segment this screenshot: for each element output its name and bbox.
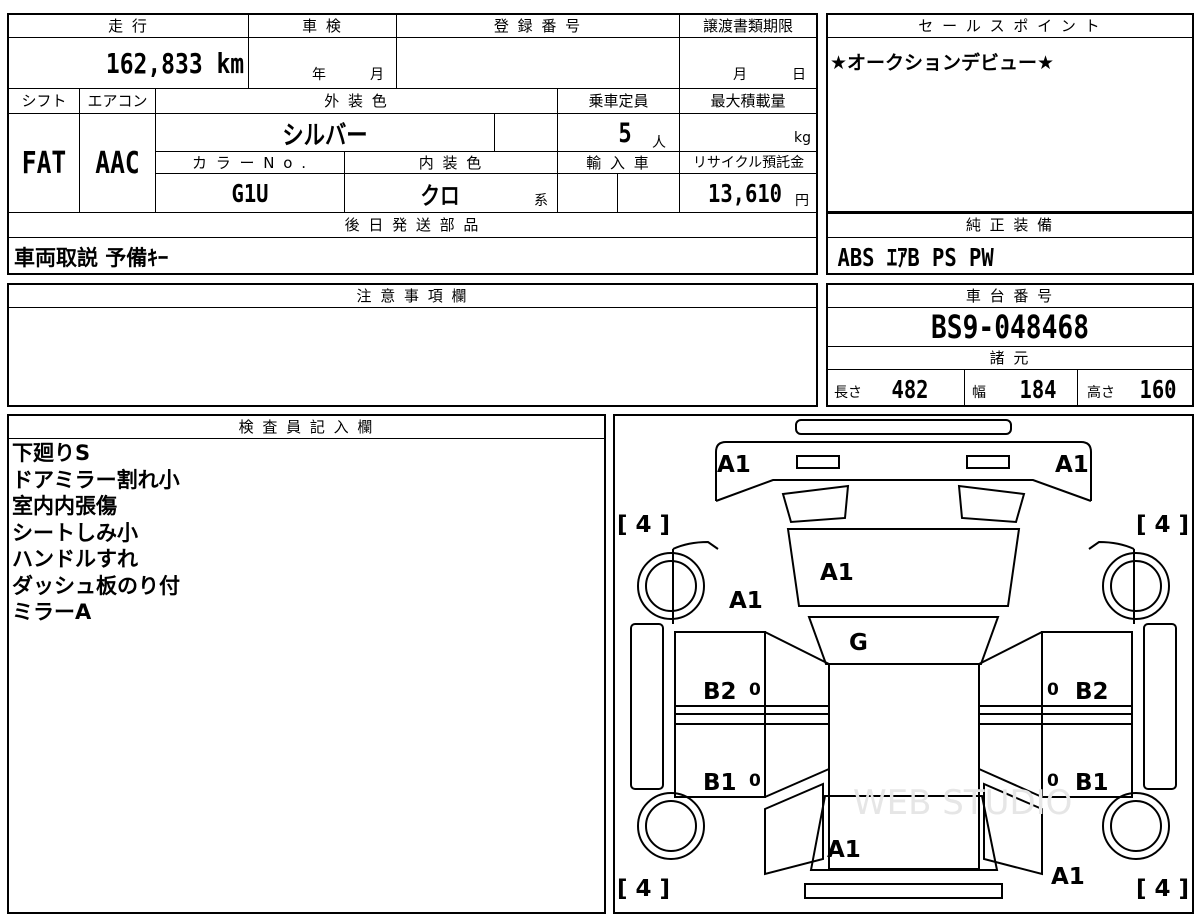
mark-rear-door-left: B1 — [703, 770, 737, 796]
mark-fender-left: A1 — [729, 588, 763, 614]
mark-top-right: A1 — [1055, 452, 1089, 478]
shift-value: FAT — [21, 145, 67, 181]
inspector-line-3: 室内内張傷 — [12, 494, 117, 518]
mark-windshield: G — [849, 630, 868, 656]
load-unit: kg — [794, 130, 811, 146]
mark-tire-fl: [ 4 ] — [617, 512, 670, 538]
inspection-month: 月 — [370, 67, 384, 83]
mark-front-door-left: B2 — [703, 679, 737, 705]
chassis-value: BS9-048468 — [931, 308, 1089, 346]
color-no-header: カ ラ ー N o . — [191, 153, 308, 172]
mark-front-door-right: B2 — [1075, 679, 1109, 705]
exterior-header: 外 装 色 — [324, 92, 389, 110]
sales-point-box — [826, 13, 1194, 213]
capacity-unit: 人 — [652, 135, 666, 151]
mark-zero-1: 0 — [749, 680, 761, 700]
exterior-value: シルバー — [282, 120, 368, 151]
recycle-value: 13,610 — [707, 178, 783, 208]
interior-unit: 系 — [534, 193, 548, 209]
length-value: 482 — [891, 374, 929, 404]
car-diagram: WEB STUDIO A1 A1 [ 4 ] [ 4 ] [ 4 ] [ 4 ]… — [617, 419, 1189, 900]
notes-header: 注 意 事 項 欄 — [356, 286, 469, 305]
equipment-header: 純 正 装 備 — [965, 216, 1055, 234]
capacity-value: 5 — [618, 117, 632, 149]
registration-header: 登 録 番 号 — [493, 16, 583, 35]
width-value: 184 — [1019, 374, 1057, 404]
inspection-header: 車 検 — [302, 16, 343, 35]
mileage-header: 走 行 — [108, 16, 149, 35]
mark-rear-center: A1 — [827, 837, 861, 863]
mark-hood: A1 — [820, 560, 854, 586]
inspector-line-7: ミラーA — [12, 600, 92, 624]
mark-zero-4: 0 — [1047, 771, 1059, 791]
load-header: 最大積載量 — [710, 92, 786, 110]
diagram-watermark: WEB STUDIO — [853, 783, 1072, 823]
import-header: 輸 入 車 — [586, 153, 651, 172]
equipment-value: ABS ｴｱB PS PW — [837, 243, 994, 272]
interior-value: クロ — [420, 181, 460, 210]
transfer-header: 譲渡書類期限 — [702, 16, 793, 35]
length-label: 長さ — [834, 385, 862, 401]
sales-point-text: ★オークションデビュー★ — [830, 52, 1055, 74]
mark-zero-3: 0 — [749, 771, 761, 791]
inspector-line-4: シートしみ小 — [12, 520, 138, 545]
height-label: 高さ — [1087, 385, 1115, 401]
aircon-value: AAC — [95, 145, 140, 181]
transfer-month: 月 — [733, 67, 747, 83]
inspector-line-1: 下廻りS — [12, 441, 91, 465]
later-parts-value: 車両取説 予備ｷｰ — [14, 246, 169, 270]
mark-tire-fr: [ 4 ] — [1136, 512, 1189, 538]
width-label: 幅 — [972, 385, 986, 401]
interior-header: 内 装 色 — [418, 153, 484, 172]
mileage-value: 162,833 km — [105, 46, 245, 80]
mark-tire-rl: [ 4 ] — [617, 876, 670, 900]
aircon-header: エアコン — [87, 92, 148, 110]
mark-rear-door-right: B1 — [1075, 770, 1109, 796]
inspection-year: 年 — [312, 67, 326, 83]
inspector-line-2: ドアミラー割れ小 — [12, 467, 180, 492]
recycle-unit: 円 — [795, 193, 809, 209]
recycle-header: リサイクル預託金 — [692, 155, 805, 171]
sales-point-header: セ ー ル ス ポ イ ン ト — [918, 16, 1102, 35]
color-no-value: G1U — [231, 178, 269, 208]
later-parts-header: 後 日 発 送 部 品 — [344, 216, 481, 234]
capacity-header: 乗車定員 — [588, 92, 649, 110]
height-value: 160 — [1139, 374, 1177, 404]
shift-header: シフト — [21, 92, 67, 110]
chassis-header: 車 台 番 号 — [965, 286, 1055, 305]
mark-zero-2: 0 — [1047, 680, 1059, 700]
inspector-header: 検 査 員 記 入 欄 — [238, 417, 375, 436]
transfer-day: 日 — [792, 67, 806, 83]
mark-top-left: A1 — [717, 452, 751, 478]
mark-rear-right: A1 — [1051, 864, 1085, 890]
inspector-line-5: ハンドルすれ — [12, 547, 138, 571]
inspector-line-6: ダッシュ板のり付 — [12, 573, 180, 598]
specs-header: 諸 元 — [989, 349, 1031, 367]
mark-tire-rr: [ 4 ] — [1136, 876, 1189, 900]
